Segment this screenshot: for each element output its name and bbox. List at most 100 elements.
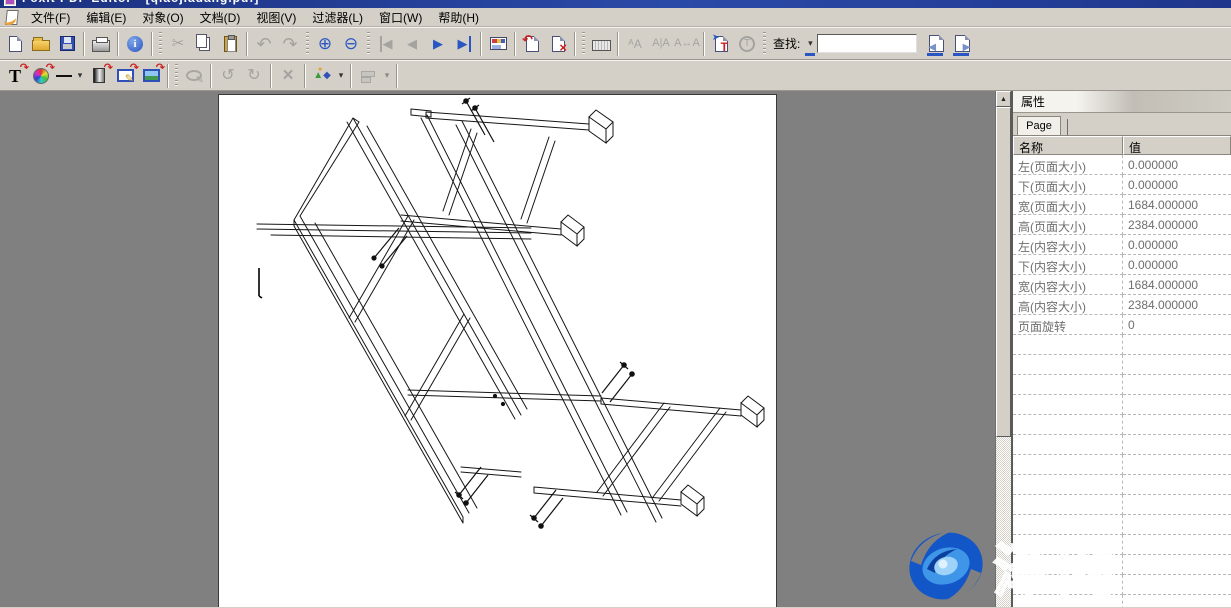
shading-editor-button[interactable]: ↷	[86, 63, 112, 89]
menu-window[interactable]: 窗口(W)	[372, 7, 429, 28]
edit-shape-button[interactable]: ✎	[181, 63, 207, 89]
search-forward-button[interactable]: ▶	[949, 31, 975, 57]
property-value[interactable]: 0.000000	[1123, 175, 1231, 195]
new-button[interactable]	[2, 31, 28, 57]
scrollbar-thumb[interactable]	[996, 107, 1011, 437]
property-value[interactable]: 0.000000	[1123, 235, 1231, 255]
toolbar-grip[interactable]	[582, 32, 585, 56]
font-spacing-button[interactable]: A↔A	[674, 31, 700, 57]
menu-filter[interactable]: 过滤器(L)	[305, 7, 370, 28]
property-row[interactable]: 宽(页面大小)1684.000000	[1013, 195, 1231, 215]
property-row[interactable]: 左(页面大小)0.000000	[1013, 155, 1231, 175]
menu-view[interactable]: 视图(V)	[249, 7, 303, 28]
property-row[interactable]: 高(内容大小)2384.000000	[1013, 295, 1231, 315]
open-button[interactable]	[28, 31, 54, 57]
property-value[interactable]: 0.000000	[1123, 255, 1231, 275]
insert-page-button[interactable]: ↶	[519, 31, 545, 57]
insert-shape-button[interactable]: ▲◆●	[309, 63, 335, 89]
zoom-out-icon: ⊖	[344, 35, 358, 52]
rotate-object-right-button[interactable]: ↻	[241, 63, 267, 89]
menu-document[interactable]: 文档(D)	[193, 7, 248, 28]
font-width-button[interactable]: A|A	[648, 31, 674, 57]
copy-button[interactable]	[191, 31, 217, 57]
menu-file[interactable]: 文件(F)	[24, 7, 77, 28]
paste-button[interactable]	[217, 31, 243, 57]
next-page-button[interactable]: ▶	[425, 31, 451, 57]
cut-button[interactable]: ✂	[165, 31, 191, 57]
property-value[interactable]: 1684.000000	[1123, 195, 1231, 215]
property-value[interactable]: 0.000000	[1123, 155, 1231, 175]
toolbar-grip[interactable]	[306, 32, 309, 56]
menu-help[interactable]: 帮助(H)	[431, 7, 486, 28]
property-name[interactable]: 宽(页面大小)	[1013, 195, 1123, 215]
keyboard-button[interactable]	[588, 31, 614, 57]
color-editor-button[interactable]: ↷	[28, 63, 54, 89]
toolbar-grip[interactable]	[367, 32, 370, 56]
toolbar-grip[interactable]	[763, 32, 766, 56]
property-row[interactable]: 下(页面大小)0.000000	[1013, 175, 1231, 195]
text-tool-button[interactable]: T↷	[2, 63, 28, 89]
pdf-page[interactable]	[218, 94, 777, 607]
replace-image-button[interactable]: ↷	[138, 63, 164, 89]
page-layout-button[interactable]	[485, 31, 511, 57]
insert-shape-dropdown[interactable]: ▾	[335, 63, 347, 89]
edit-image-button[interactable]: ✎↷	[112, 63, 138, 89]
property-name[interactable]: 下(页面大小)	[1013, 175, 1123, 195]
document-canvas[interactable]	[0, 91, 995, 607]
print-icon	[92, 40, 110, 52]
rotate-object-left-button[interactable]: ↺	[215, 63, 241, 89]
vertical-scrollbar[interactable]: ▲	[995, 91, 1011, 607]
property-value	[1123, 595, 1231, 607]
search-back-button[interactable]: ◀	[923, 31, 949, 57]
property-row[interactable]: 高(页面大小)2384.000000	[1013, 215, 1231, 235]
redo-button[interactable]: ↷	[277, 31, 303, 57]
align-objects-button[interactable]	[355, 63, 381, 89]
property-row[interactable]: 页面旋转0	[1013, 315, 1231, 335]
toolbar-grip[interactable]	[159, 32, 162, 56]
column-header-name[interactable]: 名称	[1013, 136, 1123, 155]
document-info-button[interactable]: i	[122, 31, 148, 57]
zoom-out-button[interactable]: ⊖	[338, 31, 364, 57]
replace-font-button[interactable]: ᴬA	[622, 31, 648, 57]
find-input[interactable]	[817, 34, 917, 53]
document-menu-icon[interactable]	[3, 10, 19, 25]
zoom-in-button[interactable]: ⊕	[312, 31, 338, 57]
property-row[interactable]: 左(内容大小)0.000000	[1013, 235, 1231, 255]
property-name[interactable]: 高(页面大小)	[1013, 215, 1123, 235]
undo-button[interactable]: ↶	[251, 31, 277, 57]
property-row[interactable]: 下(内容大小)0.000000	[1013, 255, 1231, 275]
rotate-left-icon: ↺	[221, 68, 234, 84]
property-row[interactable]: 宽(内容大小)1684.000000	[1013, 275, 1231, 295]
delete-page-button[interactable]: ×	[545, 31, 571, 57]
first-page-button[interactable]: ◀	[373, 31, 399, 57]
line-style-button[interactable]	[54, 63, 74, 89]
menu-edit[interactable]: 编辑(E)	[79, 7, 133, 28]
add-text-object-button[interactable]: T➤	[708, 31, 734, 57]
align-objects-dropdown[interactable]: ▾	[381, 63, 393, 89]
property-name[interactable]: 左(页面大小)	[1013, 155, 1123, 175]
toolbar-grip[interactable]	[175, 64, 178, 88]
property-name[interactable]: 下(内容大小)	[1013, 255, 1123, 275]
column-header-value[interactable]: 值	[1123, 136, 1231, 155]
prev-page-button[interactable]: ◀	[399, 31, 425, 57]
property-name[interactable]: 高(内容大小)	[1013, 295, 1123, 315]
property-value[interactable]: 2384.000000	[1123, 295, 1231, 315]
find-dropdown[interactable]: ▾	[803, 31, 817, 57]
last-page-button[interactable]: ▶	[451, 31, 477, 57]
app-window-icon[interactable]	[4, 0, 16, 6]
property-value[interactable]: 2384.000000	[1123, 215, 1231, 235]
property-name[interactable]: 页面旋转	[1013, 315, 1123, 335]
delete-object-button[interactable]: ×	[275, 63, 301, 89]
property-value[interactable]: 0	[1123, 315, 1231, 335]
text-circle-button[interactable]: T	[734, 31, 760, 57]
property-value[interactable]: 1684.000000	[1123, 275, 1231, 295]
panel-title-bar[interactable]: 属性	[1013, 91, 1231, 113]
tab-page[interactable]: Page	[1017, 116, 1061, 135]
property-name[interactable]: 宽(内容大小)	[1013, 275, 1123, 295]
print-button[interactable]	[88, 31, 114, 57]
property-name[interactable]: 左(内容大小)	[1013, 235, 1123, 255]
menu-object[interactable]: 对象(O)	[135, 7, 190, 28]
save-button[interactable]	[54, 31, 80, 57]
scroll-up-button[interactable]: ▲	[996, 91, 1011, 107]
line-style-dropdown[interactable]: ▾	[74, 63, 86, 89]
